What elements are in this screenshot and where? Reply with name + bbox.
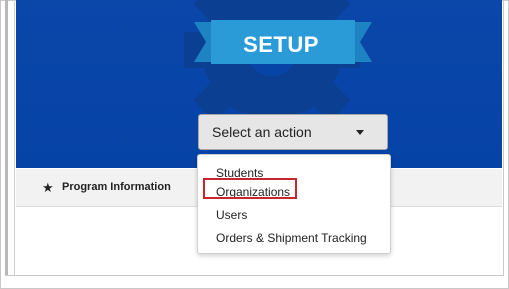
menu-item-label: Orders & Shipment Tracking	[216, 231, 367, 245]
left-border	[5, 0, 8, 276]
program-information-title: Program Information	[62, 181, 171, 193]
action-dropdown-menu: Students Organizations Users Orders & Sh…	[197, 154, 391, 254]
select-action-dropdown[interactable]: Select an action	[198, 114, 388, 150]
menu-item-users[interactable]: Users	[198, 205, 390, 225]
highlight-annotation	[203, 178, 297, 199]
right-border	[503, 0, 504, 276]
star-icon: ★	[42, 180, 54, 195]
select-action-label: Select an action	[212, 124, 312, 140]
menu-item-orders-shipment-tracking[interactable]: Orders & Shipment Tracking	[198, 228, 390, 248]
caret-down-icon	[356, 130, 364, 135]
menu-item-label: Users	[216, 208, 248, 222]
page-title: SETUP	[243, 32, 319, 57]
left-inner-border	[14, 0, 15, 276]
bottom-border	[5, 275, 504, 276]
